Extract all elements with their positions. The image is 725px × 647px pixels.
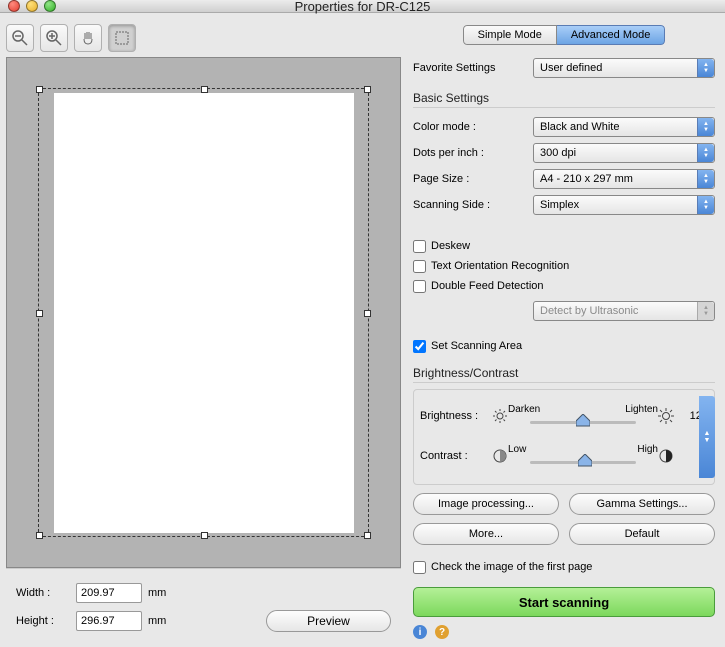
resize-handle[interactable]	[201, 532, 208, 539]
set-scanning-area-label: Set Scanning Area	[431, 340, 522, 352]
image-processing-button[interactable]: Image processing...	[413, 493, 559, 515]
darken-text: Darken	[508, 404, 540, 415]
height-unit: mm	[148, 615, 166, 627]
title-bar: Properties for DR-C125	[0, 0, 725, 13]
resize-handle[interactable]	[364, 532, 371, 539]
low-text: Low	[508, 444, 526, 455]
gamma-settings-button[interactable]: Gamma Settings...	[569, 493, 715, 515]
resize-handle[interactable]	[36, 532, 43, 539]
contrast-label: Contrast :	[420, 450, 492, 462]
mode-tabs: Simple Mode Advanced Mode	[413, 25, 715, 45]
brightness-slider[interactable]	[508, 415, 658, 429]
chevron-updown-icon[interactable]: ▲▼	[699, 396, 715, 478]
width-unit: mm	[148, 587, 166, 599]
color-mode-label: Color mode :	[413, 121, 533, 133]
preview-toolbar	[6, 19, 401, 57]
chevron-updown-icon: ▲▼	[697, 170, 714, 188]
selection-marquee[interactable]	[38, 88, 369, 537]
resize-handle[interactable]	[36, 86, 43, 93]
contrast-slider[interactable]	[508, 455, 658, 469]
resize-handle[interactable]	[36, 310, 43, 317]
width-input[interactable]	[76, 583, 142, 603]
double-feed-checkbox[interactable]	[413, 280, 426, 293]
chevron-updown-icon: ▲▼	[697, 59, 714, 77]
resize-handle[interactable]	[364, 86, 371, 93]
high-text: High	[637, 444, 658, 455]
high-contrast-icon	[658, 448, 674, 464]
feed-method-dropdown: Detect by Ultrasonic ▲▼	[533, 301, 715, 321]
brightness-contrast-panel: Brightness : Darken Lighten	[413, 389, 715, 485]
pan-button[interactable]	[74, 24, 102, 52]
resize-handle[interactable]	[201, 86, 208, 93]
dpi-dropdown[interactable]: 300 dpi ▲▼	[533, 143, 715, 163]
lighten-text: Lighten	[625, 404, 658, 415]
height-label: Height :	[16, 615, 76, 627]
favorite-label: Favorite Settings	[413, 62, 533, 74]
resize-handle[interactable]	[364, 310, 371, 317]
chevron-updown-icon: ▲▼	[697, 144, 714, 162]
scanning-side-label: Scanning Side :	[413, 199, 533, 211]
favorite-value: User defined	[540, 62, 602, 74]
scanning-side-dropdown[interactable]: Simplex ▲▼	[533, 195, 715, 215]
chevron-updown-icon: ▲▼	[697, 302, 714, 320]
zoom-out-button[interactable]	[6, 24, 34, 52]
help-icon[interactable]: ?	[435, 625, 449, 639]
text-orientation-checkbox[interactable]	[413, 260, 426, 273]
preview-button[interactable]: Preview	[266, 610, 391, 632]
darken-icon	[492, 408, 508, 424]
zoom-in-button[interactable]	[40, 24, 68, 52]
height-input[interactable]	[76, 611, 142, 631]
info-icon[interactable]: i	[413, 625, 427, 639]
default-button[interactable]: Default	[569, 523, 715, 545]
text-orientation-label: Text Orientation Recognition	[431, 260, 569, 272]
page-size-dropdown[interactable]: A4 - 210 x 297 mm ▲▼	[533, 169, 715, 189]
deskew-checkbox[interactable]	[413, 240, 426, 253]
basic-settings-title: Basic Settings	[413, 91, 715, 108]
low-contrast-icon	[492, 448, 508, 464]
size-panel: Width : mm Height : mm Preview	[6, 568, 401, 641]
width-label: Width :	[16, 587, 76, 599]
chevron-updown-icon: ▲▼	[697, 118, 714, 136]
deskew-label: Deskew	[431, 240, 470, 252]
window-title: Properties for DR-C125	[0, 0, 725, 14]
check-first-page-label: Check the image of the first page	[431, 561, 592, 573]
check-first-page-checkbox[interactable]	[413, 561, 426, 574]
start-scanning-button[interactable]: Start scanning	[413, 587, 715, 617]
marquee-button[interactable]	[108, 24, 136, 52]
tab-advanced-mode[interactable]: Advanced Mode	[557, 25, 666, 45]
more-button[interactable]: More...	[413, 523, 559, 545]
color-mode-dropdown[interactable]: Black and White ▲▼	[533, 117, 715, 137]
set-scanning-area-checkbox[interactable]	[413, 340, 426, 353]
brightness-contrast-title: Brightness/Contrast	[413, 366, 715, 383]
double-feed-label: Double Feed Detection	[431, 280, 544, 292]
preview-area[interactable]	[6, 57, 401, 568]
tab-simple-mode[interactable]: Simple Mode	[463, 25, 557, 45]
dpi-label: Dots per inch :	[413, 147, 533, 159]
favorite-dropdown[interactable]: User defined ▲▼	[533, 58, 715, 78]
brightness-label: Brightness :	[420, 410, 492, 422]
lighten-icon	[658, 408, 674, 424]
chevron-updown-icon: ▲▼	[697, 196, 714, 214]
page-size-label: Page Size :	[413, 173, 533, 185]
